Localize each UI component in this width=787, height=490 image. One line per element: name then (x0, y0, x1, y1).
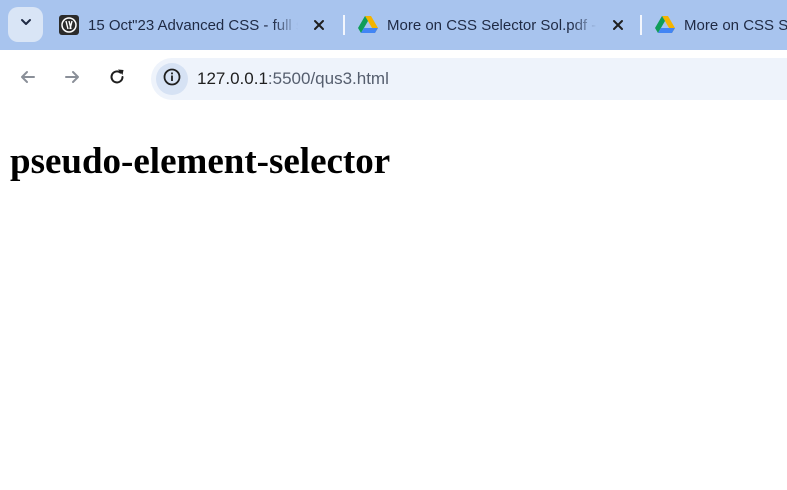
tab-strip: 15 Oct"23 Advanced CSS - full s More on … (0, 0, 787, 50)
reload-icon (108, 68, 126, 91)
forward-button[interactable] (57, 64, 87, 94)
url-host: 127.0.0.1 (197, 69, 268, 88)
tab-advanced-css[interactable]: 15 Oct"23 Advanced CSS - full s (48, 8, 338, 42)
reload-button[interactable] (102, 64, 132, 94)
page-content: pseudo-element-selector (0, 108, 787, 490)
back-button[interactable] (13, 64, 43, 94)
page-heading: pseudo-element-selector (10, 141, 391, 182)
tab-css-selector-pdf[interactable]: More on CSS Selector Sol.pdf - (347, 8, 637, 42)
url-path: :5500/qus3.html (267, 69, 389, 88)
google-drive-icon (655, 15, 675, 35)
tab-search-button[interactable] (8, 7, 43, 42)
browser-toolbar: 127.0.0.1:5500/qus3.html (0, 50, 787, 158)
google-drive-icon (358, 15, 378, 35)
close-icon[interactable] (609, 16, 627, 34)
arrow-left-icon (19, 68, 37, 91)
site-logo-icon (59, 15, 79, 35)
chevron-down-icon (19, 15, 33, 34)
site-info-button[interactable] (156, 63, 188, 95)
tab-title: 15 Oct"23 Advanced CSS - full s (88, 16, 298, 34)
arrow-right-icon (63, 68, 81, 91)
info-icon (163, 68, 181, 91)
tab-title: More on CSS Selector Sol.pdf (684, 16, 787, 34)
tab-separator (640, 15, 642, 35)
tab-css-selector-pdf-2[interactable]: More on CSS Selector Sol.pdf (644, 8, 787, 42)
tab-title: More on CSS Selector Sol.pdf - (387, 16, 597, 34)
address-bar[interactable]: 127.0.0.1:5500/qus3.html (151, 58, 787, 100)
url-text[interactable]: 127.0.0.1:5500/qus3.html (197, 69, 389, 89)
close-icon[interactable] (310, 16, 328, 34)
tab-separator (343, 15, 345, 35)
